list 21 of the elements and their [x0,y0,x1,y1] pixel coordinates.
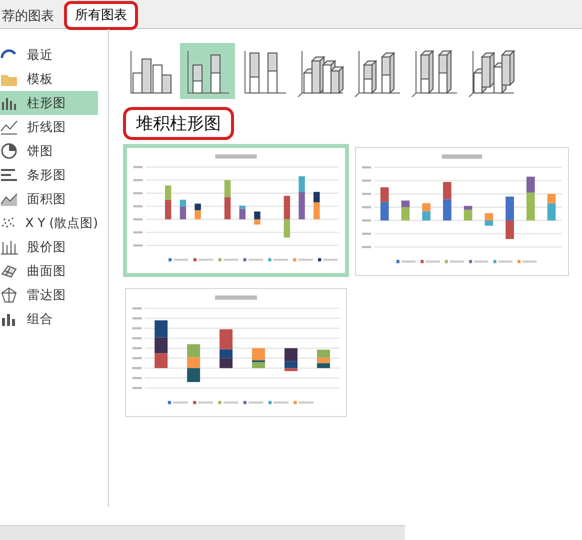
sidebar-item[interactable]: 组合 [0,307,98,331]
sidebar-item[interactable]: 股价图 [0,235,98,259]
sidebar-item[interactable]: 最近 [0,43,98,67]
sidebar-item[interactable]: 折线图 [0,115,98,139]
tab[interactable]: 荐的图表 [0,5,62,28]
stock-chart-icon [0,238,18,256]
sidebar-item[interactable]: 模板 [0,67,98,91]
bar-chart-icon [0,166,18,184]
sidebar-item[interactable]: 曲面图 [0,259,98,283]
chart-type-button[interactable] [180,43,235,99]
radar-chart-icon [0,286,18,304]
sidebar-item[interactable]: 柱形图 [0,91,98,115]
pie-chart-icon [0,142,18,160]
line-chart-icon [0,118,18,136]
sidebar-item[interactable]: 饼图 [0,139,98,163]
sidebar-item[interactable]: 条形图 [0,163,98,187]
sidebar-item[interactable]: 雷达图 [0,283,98,307]
chart-type-heading: 堆积柱形图 [123,107,234,140]
sidebar-item[interactable]: 面积图 [0,187,98,211]
tab[interactable]: 所有图表 [64,1,138,30]
sidebar-item[interactable]: X Y (散点图) [0,211,98,235]
